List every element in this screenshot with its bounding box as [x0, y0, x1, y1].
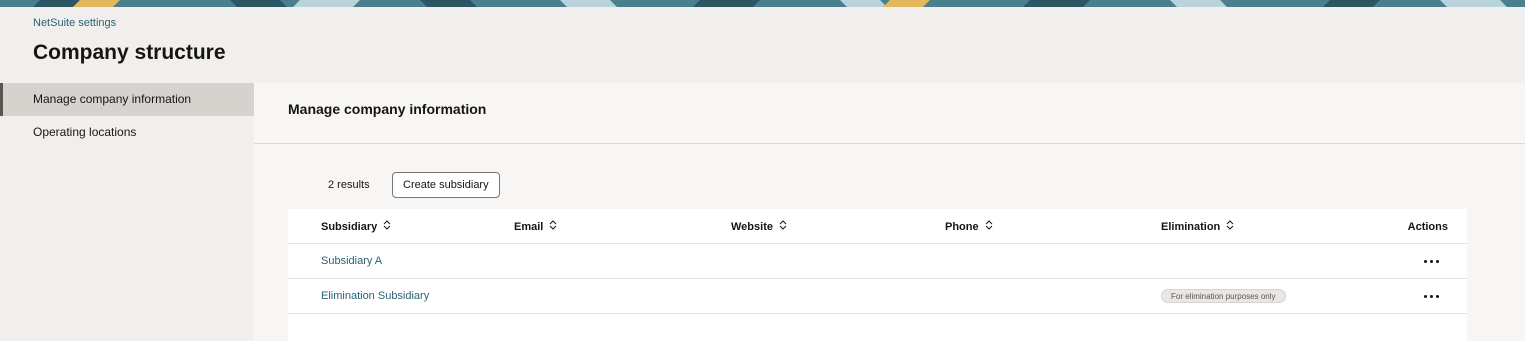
sidebar: Manage company information Operating loc…: [0, 83, 254, 341]
sidebar-item-operating-locations[interactable]: Operating locations: [0, 116, 254, 149]
subsidiary-link[interactable]: Elimination Subsidiary: [321, 290, 429, 302]
column-label: Email: [514, 221, 544, 233]
more-horizontal-icon[interactable]: [1423, 291, 1441, 301]
elimination-badge: For elimination purposes only: [1161, 289, 1286, 303]
column-header-subsidiary[interactable]: Subsidiary: [321, 209, 391, 244]
table-row: Elimination Subsidiary For elimination p…: [288, 279, 1467, 314]
breadcrumb-netsuite-settings[interactable]: NetSuite settings: [33, 17, 116, 29]
column-header-email[interactable]: Email: [514, 209, 557, 244]
decorative-banner: [0, 0, 1525, 7]
table-row: Subsidiary A: [288, 244, 1467, 279]
sort-updown-icon[interactable]: [1226, 209, 1234, 245]
section-title: Manage company information: [288, 101, 487, 117]
sidebar-item-manage-company-information[interactable]: Manage company information: [0, 83, 254, 116]
subsidiary-table: Subsidiary Email Website Phone Eliminati…: [288, 209, 1467, 341]
column-label: Subsidiary: [321, 221, 378, 233]
elimination-cell: For elimination purposes only: [1161, 279, 1286, 314]
column-header-actions: Actions: [1407, 221, 1448, 233]
table-header-row: Subsidiary Email Website Phone Eliminati…: [288, 209, 1467, 244]
more-horizontal-icon[interactable]: [1423, 256, 1441, 266]
page-title: Company structure: [33, 41, 226, 64]
sort-updown-icon[interactable]: [985, 209, 993, 245]
sort-updown-icon[interactable]: [779, 209, 787, 245]
column-header-website[interactable]: Website: [731, 209, 787, 244]
sort-updown-icon[interactable]: [549, 209, 557, 245]
column-label: Phone: [945, 221, 979, 233]
sort-updown-icon[interactable]: [383, 209, 391, 245]
main-content: Manage company information 2 results Cre…: [254, 83, 1525, 341]
column-header-phone[interactable]: Phone: [945, 209, 993, 244]
column-label: Elimination: [1161, 221, 1221, 233]
column-header-elimination[interactable]: Elimination: [1161, 209, 1234, 244]
column-label: Website: [731, 221, 773, 233]
create-subsidiary-button[interactable]: Create subsidiary: [392, 172, 500, 198]
section-header: Manage company information: [254, 83, 1525, 144]
page-header: NetSuite settings Company structure: [0, 7, 1525, 83]
results-count: 2 results: [328, 179, 370, 191]
subsidiary-link[interactable]: Subsidiary A: [321, 255, 382, 267]
